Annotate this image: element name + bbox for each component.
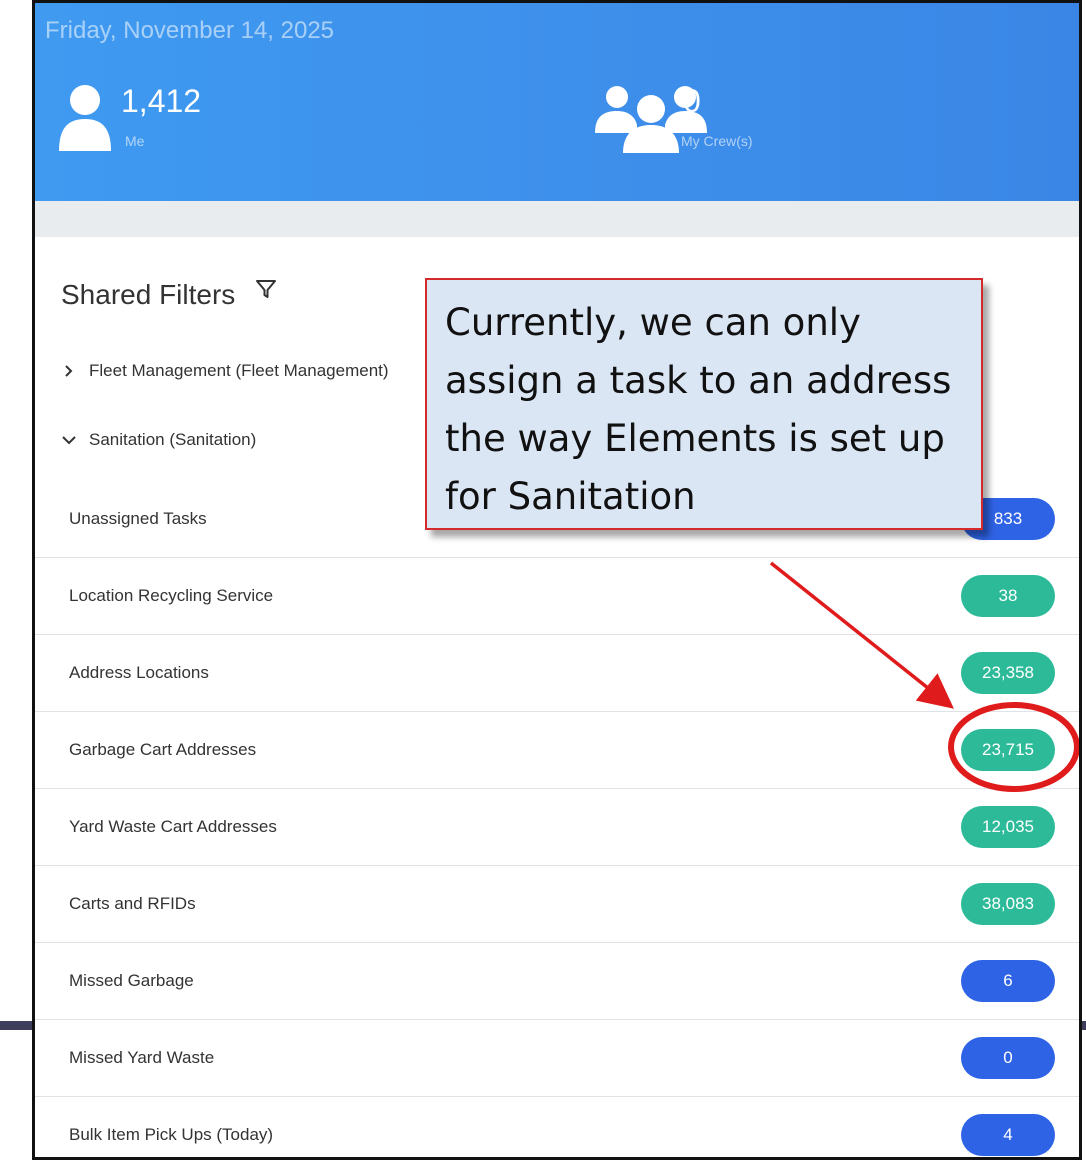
count-badge[interactable]: 4 xyxy=(961,1114,1055,1156)
filter-row[interactable]: Address Locations 23,358 xyxy=(35,635,1079,712)
me-count[interactable]: 1,412 xyxy=(121,83,201,120)
group-label: Sanitation (Sanitation) xyxy=(89,430,257,449)
chevron-down-icon xyxy=(62,436,76,445)
group-sanitation[interactable]: Sanitation (Sanitation) xyxy=(59,430,256,450)
shared-filters-title: Shared Filters xyxy=(61,279,236,310)
filter-row[interactable]: Location Recycling Service 38 xyxy=(35,558,1079,635)
count-badge[interactable]: 12,035 xyxy=(961,806,1055,848)
filter-row[interactable]: Garbage Cart Addresses 23,715 xyxy=(35,712,1079,789)
crew-label: My Crew(s) xyxy=(681,133,753,149)
group-fleet-management[interactable]: Fleet Management (Fleet Management) xyxy=(59,361,389,381)
filter-row-label: Garbage Cart Addresses xyxy=(69,740,257,759)
filter-row[interactable]: Yard Waste Cart Addresses 12,035 xyxy=(35,789,1079,866)
filter-row-label: Location Recycling Service xyxy=(69,586,274,605)
slide-accent-line-left xyxy=(0,1021,36,1030)
count-badge[interactable]: 38,083 xyxy=(961,883,1055,925)
callout-line: assign a task to an address xyxy=(445,359,952,402)
filter-row[interactable]: Bulk Item Pick Ups (Today) 4 xyxy=(35,1097,1079,1157)
filter-icon[interactable] xyxy=(255,278,277,300)
callout-line: Currently, we can only xyxy=(445,301,861,344)
filter-row[interactable]: Carts and RFIDs 38,083 xyxy=(35,866,1079,943)
dashboard-panel: Friday, November 14, 2025 1,412 Me 0 My … xyxy=(32,0,1082,1160)
count-badge[interactable]: 6 xyxy=(961,960,1055,1002)
filter-row-label: Missed Garbage xyxy=(69,971,194,990)
filter-row-label: Address Locations xyxy=(69,663,209,682)
count-badge[interactable]: 0 xyxy=(961,1037,1055,1079)
filter-row-label: Carts and RFIDs xyxy=(69,894,196,913)
current-date: Friday, November 14, 2025 xyxy=(45,17,335,44)
filter-row-label: Unassigned Tasks xyxy=(69,509,207,528)
callout-line: the way Elements is set up xyxy=(445,417,945,460)
me-label: Me xyxy=(125,133,145,149)
annotation-callout: Currently, we can only assign a task to … xyxy=(425,278,983,530)
group-label: Fleet Management (Fleet Management) xyxy=(89,361,389,380)
filter-row[interactable]: Missed Yard Waste 0 xyxy=(35,1020,1079,1097)
dashboard-header: Friday, November 14, 2025 1,412 Me 0 My … xyxy=(35,3,1079,201)
person-icon xyxy=(59,85,111,151)
filter-row[interactable]: Missed Garbage 6 xyxy=(35,943,1079,1020)
filter-row-label: Bulk Item Pick Ups (Today) xyxy=(69,1125,274,1144)
count-badge[interactable]: 23,358 xyxy=(961,652,1055,694)
chevron-right-icon xyxy=(65,365,73,377)
crew-count[interactable]: 0 xyxy=(683,83,701,120)
count-badge[interactable]: 23,715 xyxy=(961,729,1055,771)
header-divider xyxy=(35,201,1079,237)
callout-line: for Sanitation xyxy=(445,475,696,518)
count-badge[interactable]: 38 xyxy=(961,575,1055,617)
filter-row-label: Yard Waste Cart Addresses xyxy=(69,817,277,836)
filter-row-label: Missed Yard Waste xyxy=(69,1048,215,1067)
